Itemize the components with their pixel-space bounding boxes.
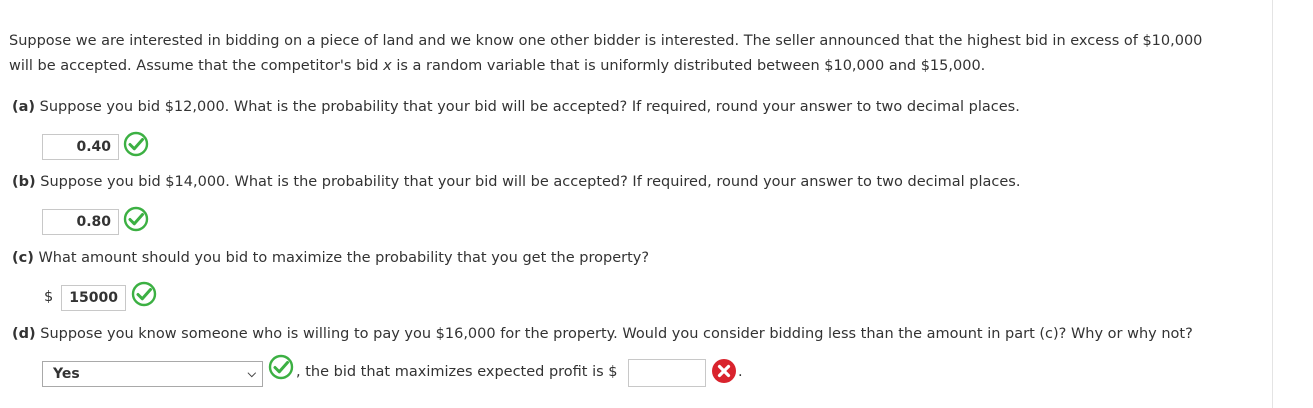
answer-d-input[interactable] <box>628 359 706 387</box>
check-circle-icon <box>131 281 157 307</box>
check-circle-icon <box>268 354 294 380</box>
x-circle-icon <box>712 359 736 383</box>
check-circle-icon <box>123 131 149 157</box>
question-d: (d) Suppose you know someone who is will… <box>12 326 1193 342</box>
trailing-period: . <box>738 364 743 380</box>
content-border <box>1272 0 1273 408</box>
answer-c-input[interactable]: 15000 <box>61 285 126 311</box>
variable-x: x <box>383 58 392 74</box>
question-b-text: Suppose you bid $14,000. What is the pro… <box>35 174 1021 190</box>
intro-line-2: will be accepted. Assume that the compet… <box>9 54 1271 79</box>
select-value: Yes <box>53 366 80 382</box>
question-b: (b) Suppose you bid $14,000. What is the… <box>12 174 1020 190</box>
question-c-text: What amount should you bid to maximize t… <box>33 250 650 266</box>
answer-d-sentence: , the bid that maximizes expected profit… <box>296 364 618 380</box>
intro-line-2-start: will be accepted. Assume that the compet… <box>9 58 384 74</box>
answer-b-input[interactable]: 0.80 <box>42 209 119 235</box>
answer-a-input[interactable]: 0.40 <box>42 134 119 160</box>
check-circle-icon <box>123 206 149 232</box>
intro-line-2-end: is a random variable that is uniformly d… <box>391 58 986 74</box>
question-d-label: (d) <box>12 326 36 342</box>
intro-line-1: Suppose we are interested in bidding on … <box>9 33 1203 49</box>
question-b-label: (b) <box>12 174 36 190</box>
question-a-label: (a) <box>12 99 36 115</box>
question-a: (a) Suppose you bid $12,000. What is the… <box>12 99 1020 115</box>
question-c: (c) What amount should you bid to maximi… <box>12 250 649 266</box>
problem-intro: Suppose we are interested in bidding on … <box>9 29 1271 79</box>
question-a-text: Suppose you bid $12,000. What is the pro… <box>35 99 1020 115</box>
question-d-text: Suppose you know someone who is willing … <box>35 326 1193 342</box>
currency-symbol: $ <box>44 289 54 305</box>
chevron-down-icon: ⌵ <box>247 367 256 380</box>
question-c-label: (c) <box>12 250 34 266</box>
answer-d-select[interactable]: Yes ⌵ <box>42 361 263 387</box>
